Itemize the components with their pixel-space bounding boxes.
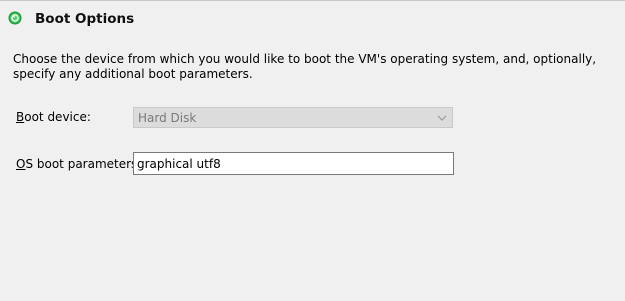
section-description: Choose the device from which you would l… — [13, 52, 597, 81]
section-title: Boot Options — [35, 11, 135, 27]
os-boot-parameters-input[interactable]: graphical utf8 — [133, 152, 454, 175]
top-divider — [0, 0, 625, 1]
boot-device-select[interactable]: Hard Disk — [133, 107, 453, 128]
boot-device-label-mnemonic: B — [16, 110, 25, 124]
green-status-icon — [8, 11, 22, 25]
chevron-down-icon — [436, 112, 448, 124]
boot-device-value: Hard Disk — [138, 111, 197, 125]
boot-device-label-text: oot device: — [24, 110, 91, 124]
os-boot-parameters-label: OS boot parameters: — [16, 157, 141, 171]
os-boot-parameters-value: graphical utf8 — [137, 157, 221, 171]
boot-device-label: Boot device: — [16, 110, 91, 124]
os-boot-parameters-label-text: S boot parameters: — [25, 157, 142, 171]
